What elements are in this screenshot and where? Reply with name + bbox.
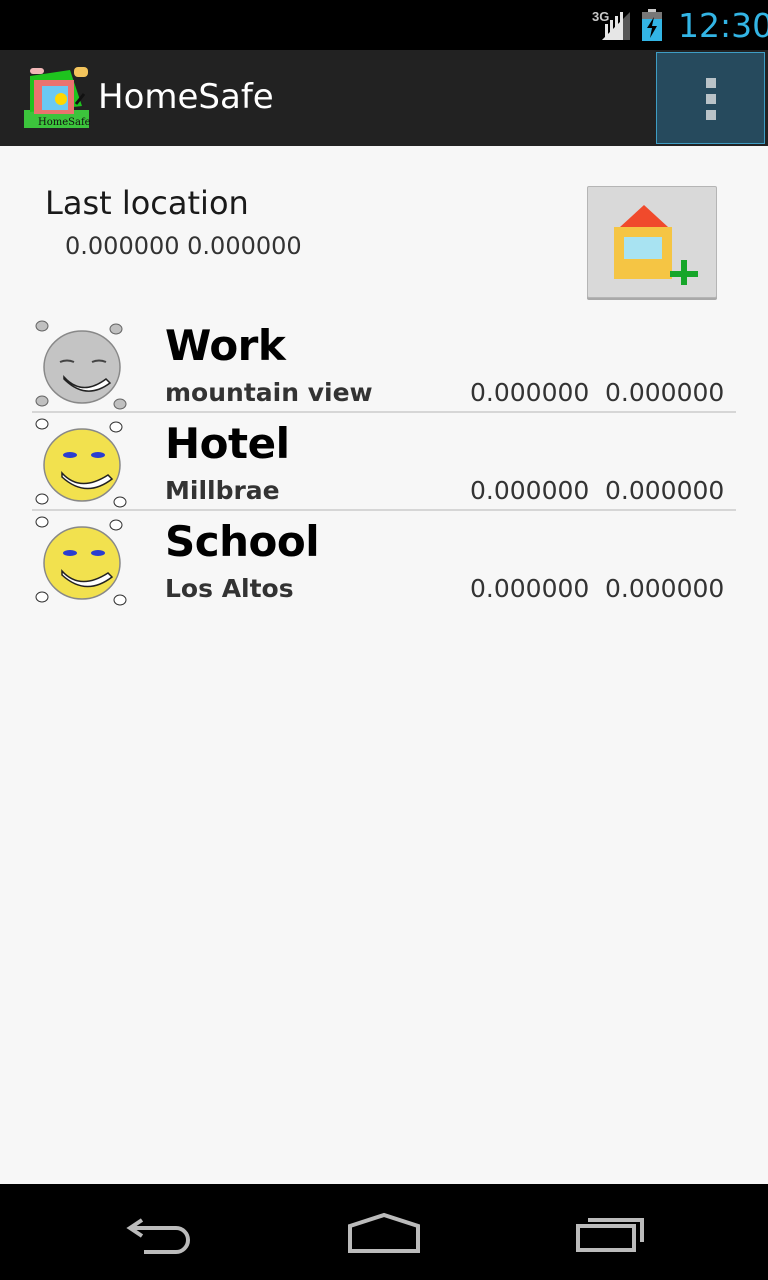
place-name: Hotel — [165, 419, 290, 468]
recents-icon[interactable] — [574, 1216, 646, 1254]
place-city: mountain view — [165, 378, 373, 407]
yellow-face-icon — [35, 418, 127, 508]
place-city: Los Altos — [165, 574, 294, 603]
places-list: Work mountain view 0.000000 0.000000 Hot… — [32, 315, 736, 609]
place-longitude: 0.000000 — [605, 378, 725, 407]
yellow-face-icon — [35, 516, 127, 606]
place-latitude: 0.000000 — [470, 574, 590, 603]
overflow-menu-button[interactable] — [656, 52, 765, 144]
svg-text:HomeSafe: HomeSafe — [38, 117, 91, 128]
homesafe-logo-icon[interactable]: HomeSafe — [24, 66, 92, 130]
app-title: HomeSafe — [98, 77, 274, 117]
back-icon[interactable] — [124, 1214, 196, 1254]
add-home-icon — [614, 205, 698, 285]
add-home-button[interactable] — [587, 186, 717, 298]
list-item[interactable]: Work mountain view 0.000000 0.000000 — [32, 315, 736, 413]
place-city: Millbrae — [165, 476, 280, 505]
battery-charging-icon — [642, 9, 662, 41]
place-longitude: 0.000000 — [605, 574, 725, 603]
last-location-coords: 0.000000 0.000000 — [65, 232, 302, 260]
list-item[interactable]: Hotel Millbrae 0.000000 0.000000 — [32, 413, 736, 511]
place-latitude: 0.000000 — [470, 476, 590, 505]
place-name: School — [165, 517, 320, 566]
place-latitude: 0.000000 — [470, 378, 590, 407]
place-name: Work — [165, 321, 286, 370]
last-location-label: Last location — [45, 184, 249, 222]
list-item[interactable]: School Los Altos 0.000000 0.000000 — [32, 511, 736, 609]
place-longitude: 0.000000 — [605, 476, 725, 505]
status-bar: 3G 12:30 — [0, 0, 768, 50]
home-icon[interactable] — [346, 1212, 422, 1254]
clock: 12:30 — [678, 6, 768, 45]
gray-face-icon — [35, 320, 127, 410]
navigation-bar — [0, 1184, 768, 1280]
signal-icon — [602, 12, 630, 40]
